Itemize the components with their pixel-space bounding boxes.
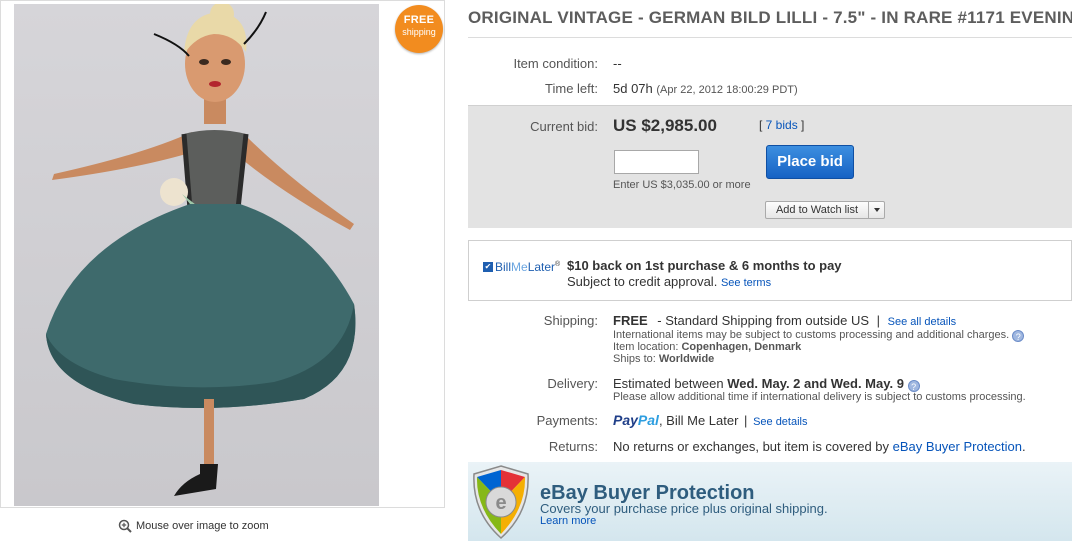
- delivery-estimate: Estimated between Wed. May. 2 and Wed. M…: [613, 376, 920, 392]
- delivery-dates: Wed. May. 2 and Wed. May. 9: [727, 376, 904, 391]
- time-left-label: Time left:: [545, 81, 598, 96]
- delivery-label: Delivery:: [547, 376, 598, 391]
- watch-list-dropdown-arrow[interactable]: [868, 202, 884, 218]
- returns-period: .: [1022, 439, 1026, 454]
- shipping-label: Shipping:: [543, 313, 598, 328]
- time-left: 5d 07h (Apr 22, 2012 18:00:29 PDT): [613, 81, 798, 96]
- returns-policy: No returns or exchanges, but item is cov…: [613, 439, 1026, 454]
- buyer-protection-link[interactable]: eBay Buyer Protection: [893, 439, 1022, 454]
- item-title: ORIGINAL VINTAGE - GERMAN BILD LILLI - 7…: [468, 8, 1072, 27]
- payment-methods: PayPal, Bill Me Later | See details: [613, 412, 808, 428]
- intl-customs-text: International items may be subject to cu…: [613, 329, 1010, 341]
- shipping-cost: FREE: [613, 313, 648, 328]
- add-to-watch-list-button[interactable]: Add to Watch list: [765, 201, 885, 219]
- chevron-down-icon: [873, 208, 880, 212]
- shipping-summary: FREE - Standard Shipping from outside US…: [613, 313, 956, 328]
- payments-separator: |: [744, 413, 748, 428]
- help-icon[interactable]: ?: [1012, 330, 1025, 342]
- bid-count: [ 7 bids ]: [759, 118, 804, 132]
- shipping-method: - Standard Shipping from outside US: [657, 313, 870, 328]
- title-divider: [468, 37, 1072, 38]
- badge-line-1: FREE: [403, 14, 435, 26]
- shield-icon: e: [473, 465, 529, 540]
- see-payment-details-link[interactable]: See details: [753, 416, 807, 428]
- bid-count-close: ]: [797, 118, 805, 132]
- see-all-details-link[interactable]: See all details: [888, 316, 957, 328]
- bml-approval-text: Subject to credit approval.: [567, 274, 718, 289]
- returns-text: No returns or exchanges, but item is cov…: [613, 439, 890, 454]
- current-bid-price: US $2,985.00: [613, 116, 717, 135]
- condition-label: Item condition:: [513, 56, 598, 71]
- item-location: Item location: Copenhagen, Denmark: [613, 341, 801, 353]
- bml-logo-trademark: ®: [555, 261, 561, 268]
- bid-amount-input[interactable]: [614, 150, 699, 174]
- paypal-logo-pal: Pal: [637, 412, 659, 428]
- bid-count-open: [: [759, 118, 766, 132]
- badge-line-2: shipping: [402, 27, 436, 37]
- time-left-value: 5d 07h: [613, 81, 653, 96]
- magnifier-plus-icon: [118, 519, 132, 533]
- returns-label: Returns:: [548, 439, 598, 454]
- buyer-protection-subtitle: Covers your purchase price plus original…: [540, 501, 828, 516]
- current-bid-label: Current bid:: [530, 119, 598, 134]
- place-bid-button[interactable]: Place bid: [766, 145, 854, 179]
- bill-me-later-promo: ✔ BillMeLater® $10 back on 1st purchase …: [468, 240, 1072, 301]
- item-location-value: Copenhagen, Denmark: [681, 341, 802, 353]
- watch-list-label[interactable]: Add to Watch list: [766, 202, 868, 218]
- product-photo[interactable]: [14, 4, 379, 506]
- bid-minimum-hint: Enter US $3,035.00 or more: [613, 179, 751, 191]
- ships-to-label: Ships to:: [613, 353, 656, 365]
- paypal-logo: PayPal: [613, 412, 659, 428]
- end-time: (Apr 22, 2012 18:00:29 PDT): [656, 84, 798, 96]
- bml-subtext: Subject to credit approval. See terms: [567, 274, 771, 289]
- shipping-separator: |: [876, 313, 881, 328]
- ships-to: Ships to: Worldwide: [613, 353, 714, 365]
- doll-illustration: [46, 4, 356, 496]
- see-terms-link[interactable]: See terms: [721, 277, 771, 289]
- bml-headline: $10 back on 1st purchase & 6 months to p…: [567, 258, 842, 273]
- bml-logo-me: Me: [511, 260, 528, 274]
- payments-label: Payments:: [536, 413, 598, 428]
- delivery-note: Please allow additional time if internat…: [613, 391, 1026, 403]
- ships-to-value: Worldwide: [658, 353, 715, 365]
- other-payment-methods: , Bill Me Later: [658, 413, 739, 428]
- checkmark-icon: ✔: [483, 262, 493, 272]
- bml-logo-later: Later: [527, 260, 556, 274]
- learn-more-link[interactable]: Learn more: [540, 515, 596, 527]
- item-location-label: Item location:: [613, 341, 679, 353]
- paypal-logo-pay: Pay: [613, 412, 638, 428]
- image-panel: FREE shipping: [0, 0, 445, 508]
- delivery-estimate-prefix: Estimated between: [613, 376, 724, 391]
- bml-logo-bill: Bill: [495, 260, 512, 274]
- svg-text:e: e: [495, 492, 506, 514]
- zoom-hint-text: Mouse over image to zoom: [136, 520, 269, 532]
- bill-me-later-logo: ✔ BillMeLater®: [483, 260, 560, 274]
- free-shipping-badge: FREE shipping: [395, 5, 443, 53]
- zoom-hint: Mouse over image to zoom: [118, 519, 269, 533]
- buyer-protection-banner: e eBay Buyer Protection Covers your purc…: [468, 462, 1072, 541]
- bid-history-link[interactable]: 7 bids: [766, 118, 798, 132]
- condition-value: --: [613, 56, 622, 71]
